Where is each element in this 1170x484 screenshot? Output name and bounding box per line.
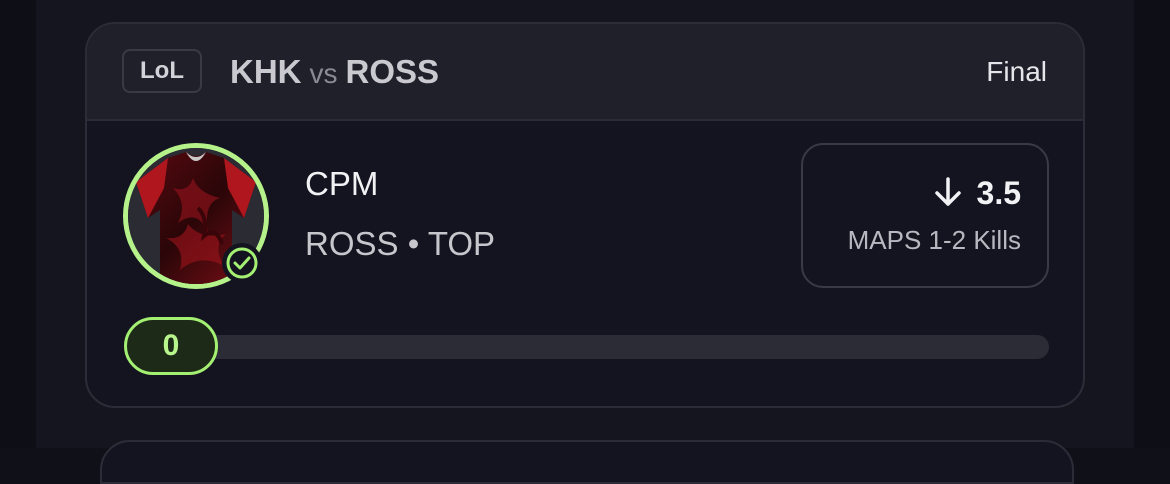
projection-stat-label: MAPS 1-2 Kills — [847, 225, 1021, 255]
projection-box[interactable]: 3.5 MAPS 1-2 Kills — [801, 143, 1049, 288]
arrow-down-icon — [934, 177, 961, 206]
card-header: LoL KHK vs ROSS Final — [87, 24, 1083, 121]
player-avatar-wrap — [123, 143, 269, 289]
vs-label: vs — [309, 58, 338, 89]
matchup: KHK vs ROSS — [230, 52, 439, 94]
team-away: ROSS — [345, 53, 440, 90]
game-tag: LoL — [122, 49, 202, 93]
team-home: KHK — [230, 53, 302, 90]
projection-value: 3.5 — [976, 175, 1021, 211]
progress-value: 0 — [124, 317, 218, 375]
player-team-position: ROSS • TOP — [305, 225, 496, 262]
pick-card[interactable]: LoL KHK vs ROSS Final CPM ROSS • TOP 3.5… — [85, 22, 1085, 408]
progress-track — [167, 335, 1049, 359]
projection-line: 3.5 — [933, 173, 1021, 213]
next-pick-card[interactable] — [100, 440, 1074, 484]
player-name: CPM — [305, 165, 379, 202]
check-circle-icon — [222, 243, 262, 283]
match-status: Final — [986, 56, 1047, 87]
